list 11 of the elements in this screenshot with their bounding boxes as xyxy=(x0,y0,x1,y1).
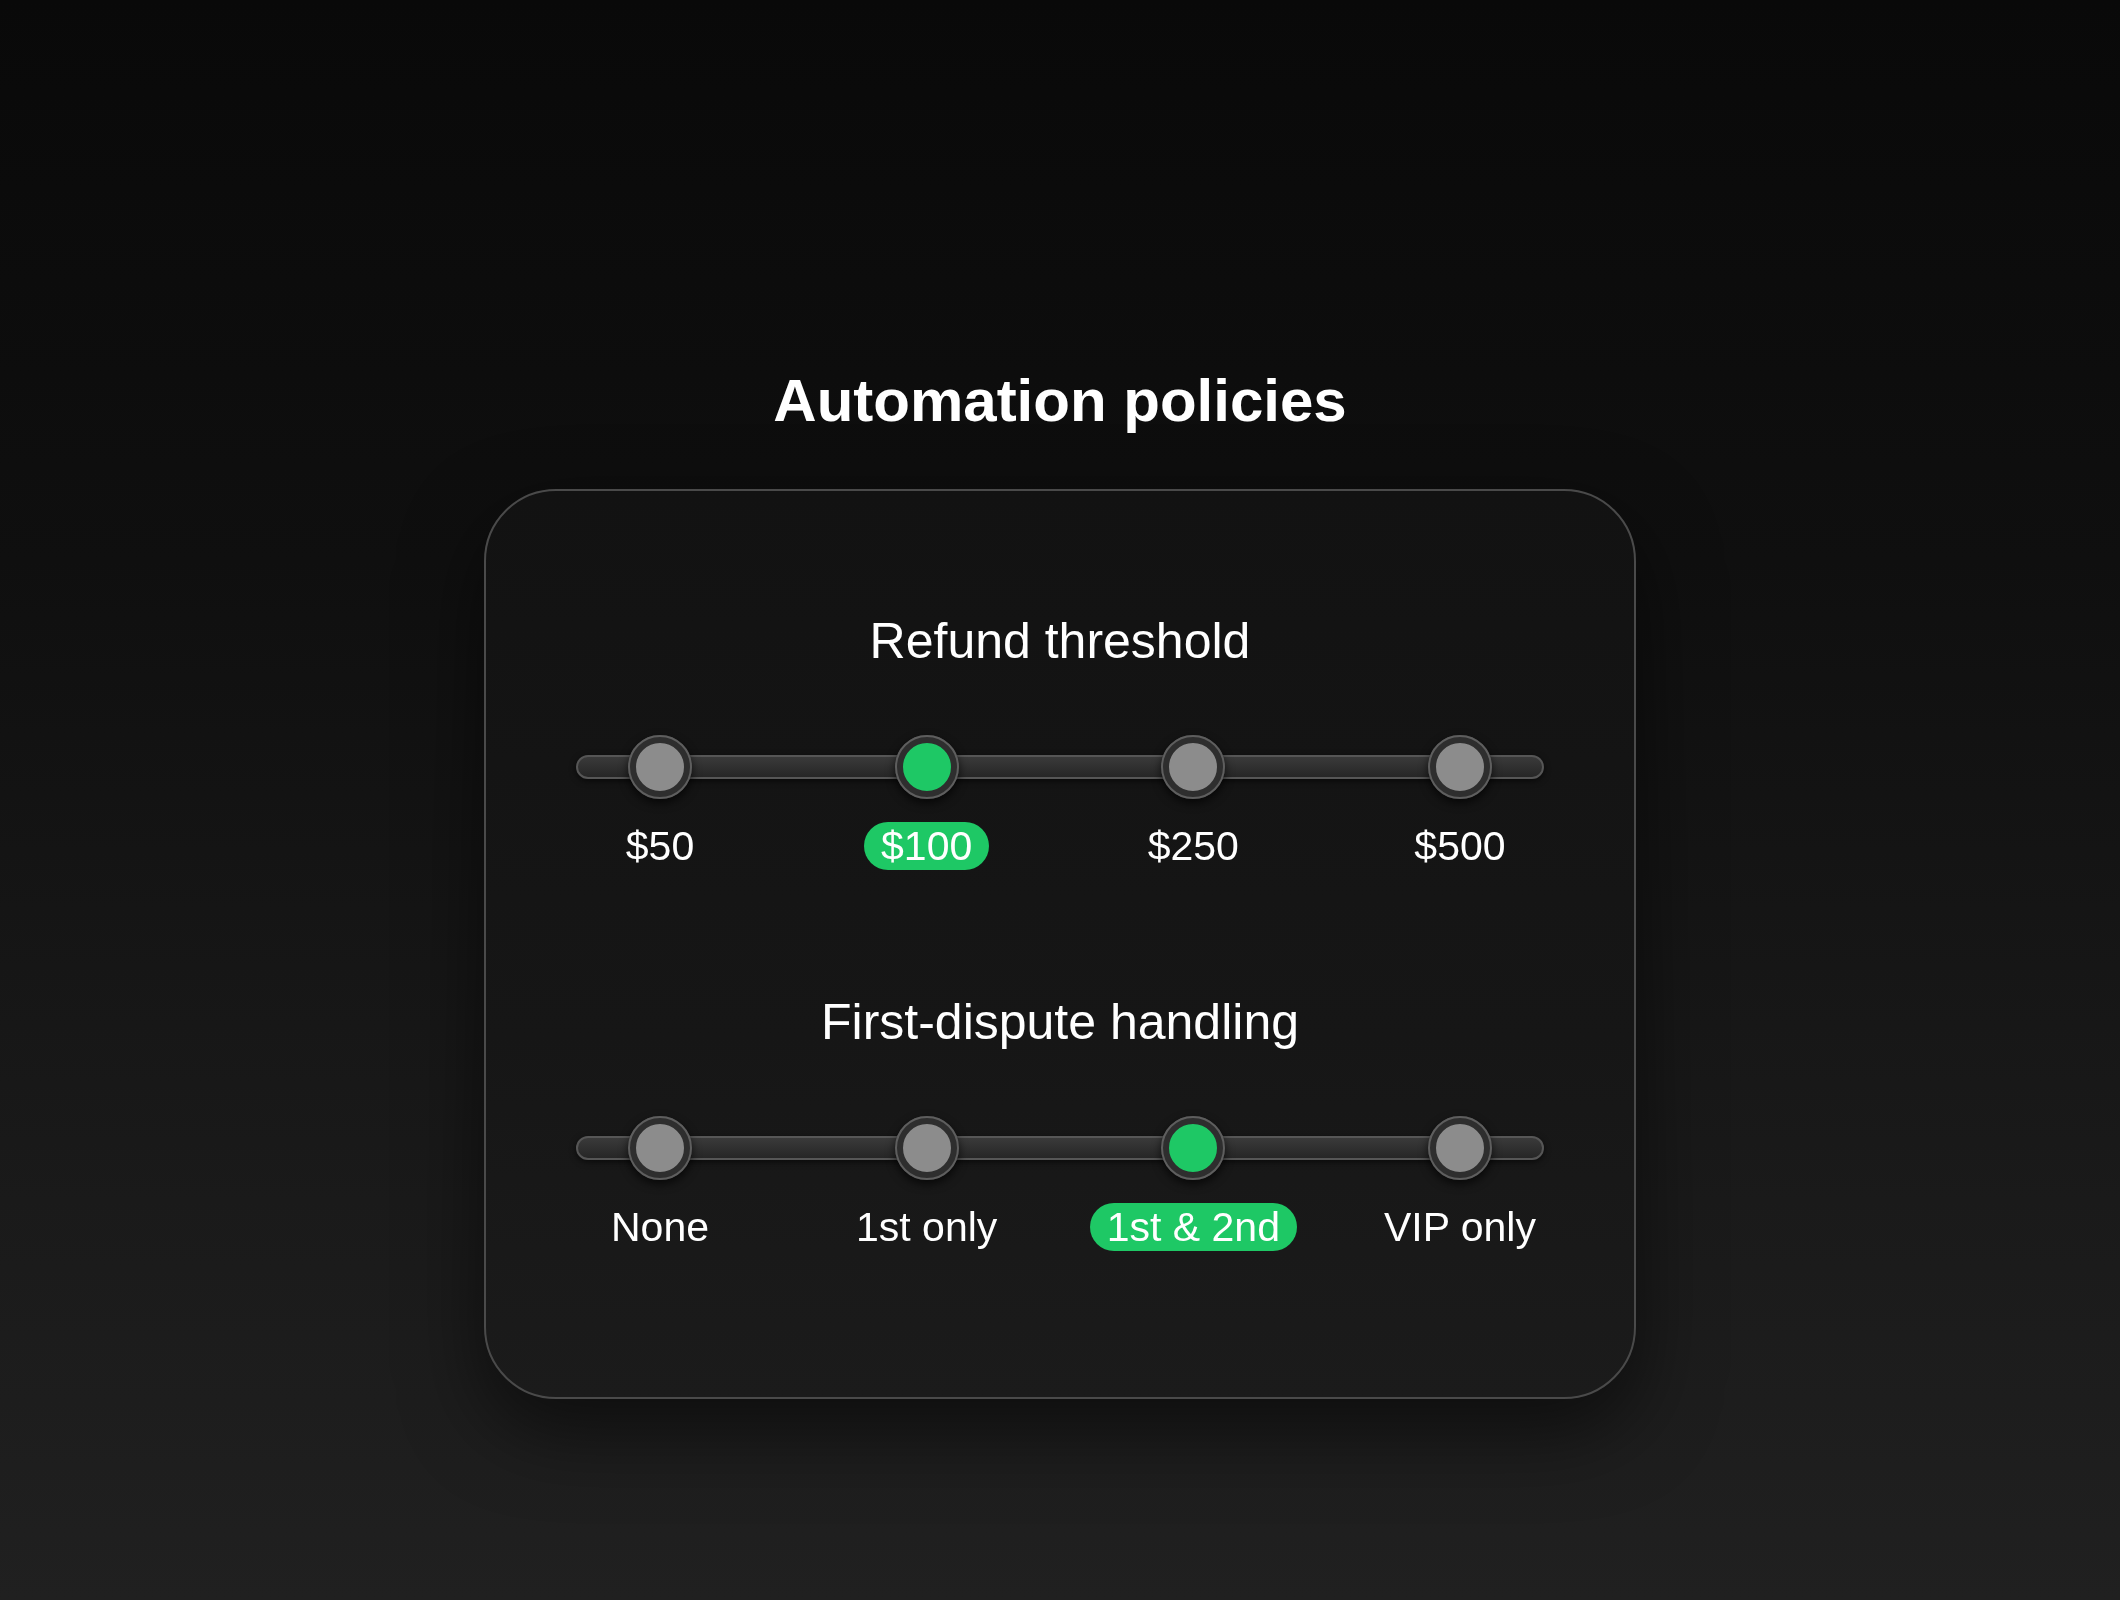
slider-label: VIP only xyxy=(1384,1203,1536,1251)
slider-label: $100 xyxy=(864,822,990,870)
slider-label: $50 xyxy=(625,822,695,870)
slider-label: None xyxy=(611,1203,709,1251)
page-title: Automation policies xyxy=(773,366,1347,436)
slider-label: 1st only xyxy=(856,1203,998,1251)
slider-label: $250 xyxy=(1147,822,1239,870)
slider-label: 1st & 2nd xyxy=(1089,1203,1297,1251)
section-title: Refund threshold xyxy=(869,612,1251,671)
section-title: First-dispute handling xyxy=(821,993,1299,1052)
slider-label: $500 xyxy=(1414,822,1506,870)
